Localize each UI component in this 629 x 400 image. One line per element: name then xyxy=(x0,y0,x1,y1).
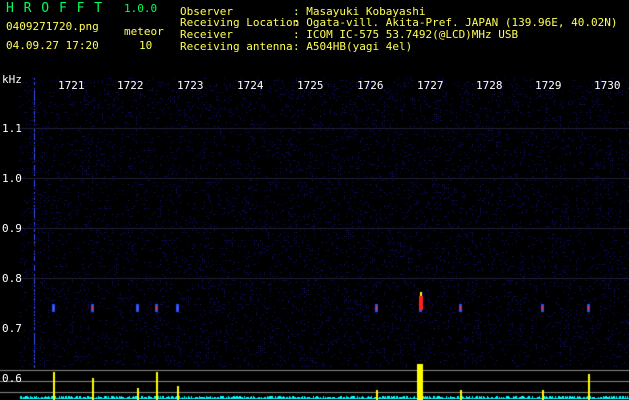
y-unit-label: kHz xyxy=(2,73,22,86)
time-tick: 1730 xyxy=(594,79,621,92)
app-name: H R O F F T xyxy=(6,1,104,16)
freq-tick: 0.8 xyxy=(2,272,22,285)
time-tick: 1724 xyxy=(237,79,264,92)
freq-tick: 0.6 xyxy=(2,372,22,385)
time-tick: 1722 xyxy=(117,79,144,92)
app-version: 1.0.0 xyxy=(124,2,158,15)
time-tick: 1727 xyxy=(417,79,444,92)
hroft-window: H R O F F T 1.0.0 0409271720.png meteor … xyxy=(0,0,629,400)
time-tick: 1721 xyxy=(58,79,85,92)
time-tick: 1729 xyxy=(535,79,562,92)
meteor-label: meteor xyxy=(124,25,164,38)
freq-tick: 1.1 xyxy=(2,122,22,135)
time-tick: 1725 xyxy=(297,79,324,92)
time-tick: 1726 xyxy=(357,79,384,92)
freq-tick: 0.9 xyxy=(2,222,22,235)
freq-tick: 1.0 xyxy=(2,172,22,185)
file-name: 0409271720.png xyxy=(6,20,99,33)
antenna-label: Receiving antenna xyxy=(180,40,293,53)
spectrogram-canvas xyxy=(0,0,629,400)
freq-tick: 0.7 xyxy=(2,322,22,335)
antenna-value: : A504HB(yagi 4el) xyxy=(293,40,413,53)
meteor-count: 10 xyxy=(139,39,153,52)
time-tick: 1723 xyxy=(177,79,204,92)
timestamp: 04.09.27 17:20 xyxy=(6,39,99,52)
time-tick: 1728 xyxy=(476,79,503,92)
